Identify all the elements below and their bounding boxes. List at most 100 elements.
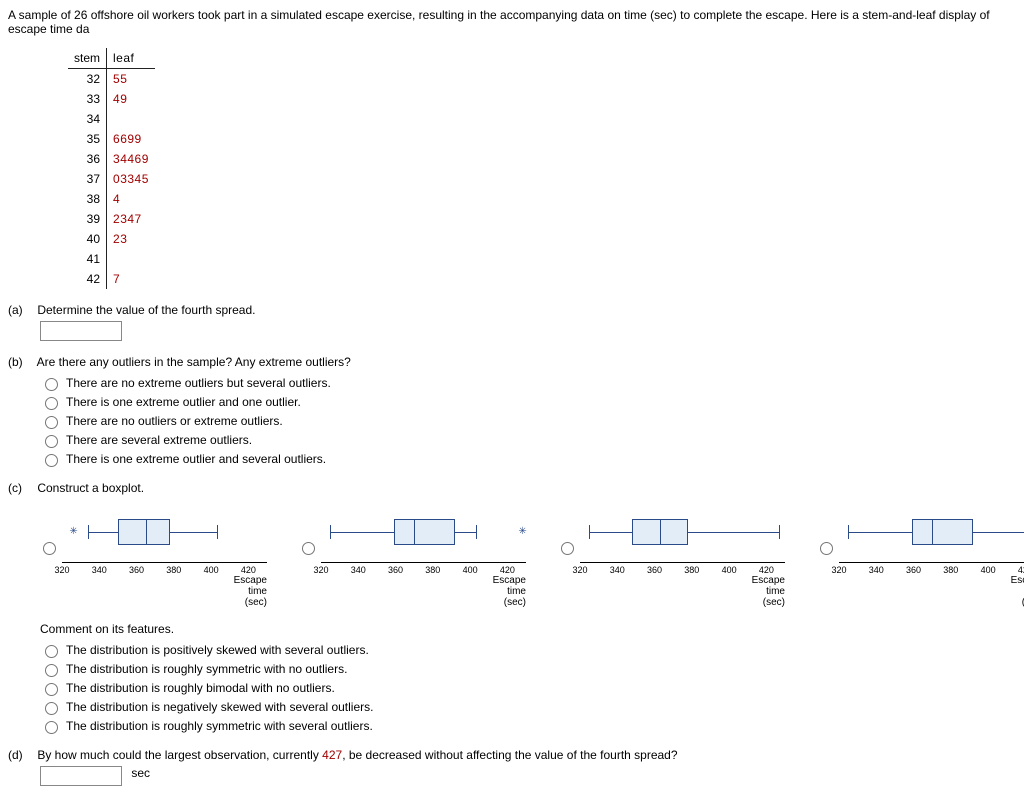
axis-tick: 320 <box>313 565 328 575</box>
stem-cell: 37 <box>68 169 107 189</box>
axis-tick: 320 <box>572 565 587 575</box>
part-b-option-label: There are no outliers or extreme outlier… <box>66 414 283 428</box>
axis-tick: 380 <box>943 565 958 575</box>
part-b-option-radio[interactable] <box>45 378 58 391</box>
axis-label: Escapetime(sec) <box>580 575 785 608</box>
part-d-label: (d) <box>8 748 34 762</box>
axis-tick: 360 <box>647 565 662 575</box>
part-a-input[interactable] <box>40 321 122 341</box>
leaf-cell: 2347 <box>107 209 155 229</box>
boxplot-radio[interactable] <box>820 542 833 555</box>
part-b-option: There is one extreme outlier and several… <box>40 451 1016 467</box>
problem-intro: A sample of 26 offshore oil workers took… <box>8 8 1016 36</box>
part-b-option: There are no extreme outliers but severa… <box>40 375 1016 391</box>
part-c-option: The distribution is roughly symmetric wi… <box>40 661 1016 677</box>
boxplot-option: 320340360380400420Escapetime(sec) <box>556 507 785 608</box>
axis-tick: 420 <box>500 565 515 575</box>
boxplot-radio[interactable] <box>302 542 315 555</box>
stem-cell: 33 <box>68 89 107 109</box>
boxplot-radio[interactable] <box>561 542 574 555</box>
leaf-cell: 49 <box>107 89 155 109</box>
part-a-text: Determine the value of the fourth spread… <box>37 303 255 317</box>
axis-tick: 400 <box>463 565 478 575</box>
part-c-option-label: The distribution is roughly bimodal with… <box>66 681 335 695</box>
part-b-option-label: There is one extreme outlier and several… <box>66 452 326 466</box>
stem-leaf-table: stem leaf 325533493435669936344693703345… <box>68 48 155 289</box>
part-c-option: The distribution is negatively skewed wi… <box>40 699 1016 715</box>
boxplot-option: ✳ 320 340 360 380 400 420Escapetime(sec) <box>297 507 526 608</box>
axis-tick: 360 <box>388 565 403 575</box>
part-c-text: Construct a boxplot. <box>37 481 144 495</box>
part-b-option-radio[interactable] <box>45 416 58 429</box>
leaf-cell: 34469 <box>107 149 155 169</box>
leaf-cell: 6699 <box>107 129 155 149</box>
axis-tick: 400 <box>981 565 996 575</box>
stem-cell: 42 <box>68 269 107 289</box>
axis-label: Escapetime(sec) <box>62 575 267 608</box>
boxplot-chart <box>580 507 785 563</box>
axis-tick: 400 <box>722 565 737 575</box>
boxplot-radio[interactable] <box>43 542 56 555</box>
part-d-value: 427 <box>322 748 342 762</box>
leaf-cell: 55 <box>107 69 155 90</box>
axis-tick: 340 <box>92 565 107 575</box>
part-c: (c) Construct a boxplot. ✳32034036038040… <box>8 481 1016 734</box>
part-d-input[interactable] <box>40 766 122 786</box>
part-b-option-label: There are several extreme outliers. <box>66 433 252 447</box>
part-c-option-radio[interactable] <box>45 664 58 677</box>
part-c-comment-prompt: Comment on its features. <box>40 622 1016 636</box>
part-d: (d) By how much could the largest observ… <box>8 748 1016 786</box>
stem-cell: 38 <box>68 189 107 209</box>
stem-cell: 36 <box>68 149 107 169</box>
part-c-option-radio[interactable] <box>45 702 58 715</box>
leaf-cell: 7 <box>107 269 155 289</box>
leaf-header: leaf <box>107 48 155 69</box>
part-c-option: The distribution is positively skewed wi… <box>40 642 1016 658</box>
stem-cell: 32 <box>68 69 107 90</box>
part-d-text-before: By how much could the largest observatio… <box>37 748 322 762</box>
leaf-cell <box>107 109 155 129</box>
part-b-label: (b) <box>8 355 34 369</box>
leaf-cell: 23 <box>107 229 155 249</box>
axis-tick: 320 <box>54 565 69 575</box>
axis-tick: 340 <box>610 565 625 575</box>
part-c-option: The distribution is roughly symmetric wi… <box>40 718 1016 734</box>
stem-header: stem <box>68 48 107 69</box>
part-b-option-label: There are no extreme outliers but severa… <box>66 376 331 390</box>
part-b-option: There are several extreme outliers. <box>40 432 1016 448</box>
part-a: (a) Determine the value of the fourth sp… <box>8 303 1016 341</box>
axis-tick: 340 <box>351 565 366 575</box>
axis-tick: 420 <box>241 565 256 575</box>
part-b-option-label: There is one extreme outlier and one out… <box>66 395 301 409</box>
axis-label: Escapetime(sec) <box>839 575 1024 608</box>
axis-tick: 360 <box>906 565 921 575</box>
axis-tick: 320 <box>831 565 846 575</box>
boxplot-chart: ✳ <box>321 507 526 563</box>
part-b-option: There is one extreme outlier and one out… <box>40 394 1016 410</box>
part-a-label: (a) <box>8 303 34 317</box>
part-d-unit: sec <box>131 766 150 780</box>
part-b-option-radio[interactable] <box>45 454 58 467</box>
part-b: (b) Are there any outliers in the sample… <box>8 355 1016 467</box>
axis-tick: 340 <box>869 565 884 575</box>
stem-cell: 41 <box>68 249 107 269</box>
part-c-option-radio[interactable] <box>45 683 58 696</box>
part-c-option-label: The distribution is negatively skewed wi… <box>66 700 373 714</box>
stem-cell: 35 <box>68 129 107 149</box>
axis-label: Escapetime(sec) <box>321 575 526 608</box>
part-b-option-radio[interactable] <box>45 435 58 448</box>
part-c-option-radio[interactable] <box>45 645 58 658</box>
axis-tick: 380 <box>425 565 440 575</box>
part-c-option-radio[interactable] <box>45 721 58 734</box>
part-d-text-after: , be decreased without affecting the val… <box>342 748 677 762</box>
stem-cell: 40 <box>68 229 107 249</box>
leaf-cell: 03345 <box>107 169 155 189</box>
axis-tick: 360 <box>129 565 144 575</box>
stem-cell: 39 <box>68 209 107 229</box>
axis-tick: 400 <box>204 565 219 575</box>
part-b-option: There are no outliers or extreme outlier… <box>40 413 1016 429</box>
boxplot-chart <box>839 507 1024 563</box>
axis-tick: 420 <box>759 565 774 575</box>
part-b-option-radio[interactable] <box>45 397 58 410</box>
part-b-text: Are there any outliers in the sample? An… <box>37 355 351 369</box>
